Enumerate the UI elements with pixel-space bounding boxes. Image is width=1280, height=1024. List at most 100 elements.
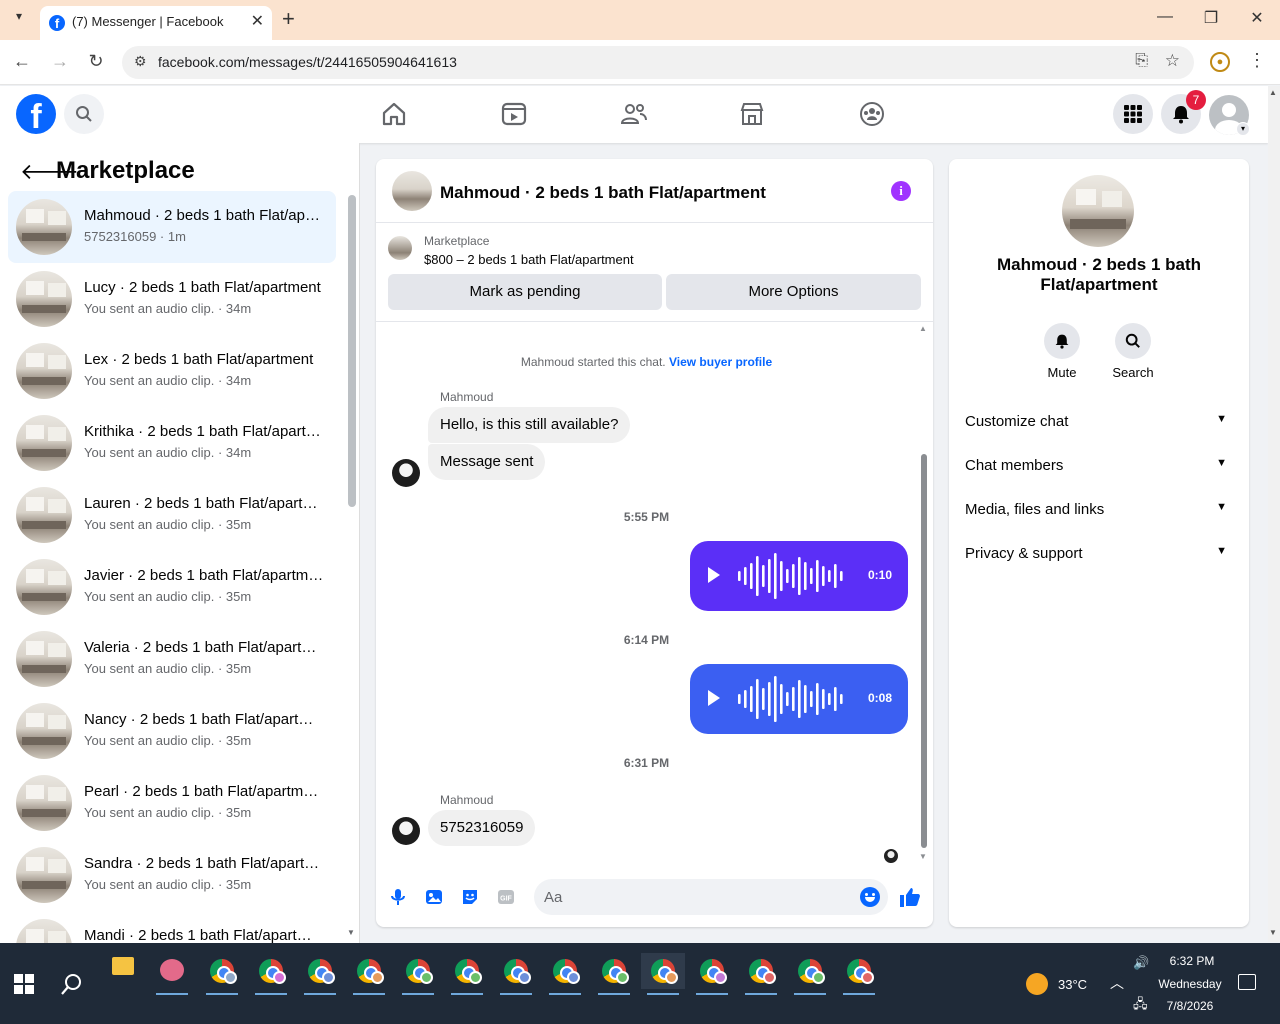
conversation-item[interactable]: Lucy · 2 beds 1 bath Flat/apartment You s… bbox=[8, 263, 336, 335]
sender-avatar[interactable] bbox=[392, 459, 420, 487]
temperature[interactable]: 33°C bbox=[1058, 977, 1087, 992]
site-settings-icon[interactable]: ⚙ bbox=[134, 53, 147, 70]
listing-thumbnail[interactable] bbox=[388, 236, 412, 260]
groups-icon[interactable] bbox=[858, 100, 886, 128]
photo-icon[interactable] bbox=[424, 887, 444, 907]
conversation-item[interactable]: Mahmoud · 2 beds 1 bath Flat/apartment 57… bbox=[8, 191, 336, 263]
chrome-profile-icon[interactable] bbox=[641, 953, 685, 995]
chevron-down-icon[interactable]: ▾ bbox=[1236, 122, 1250, 136]
scroll-down-arrow-icon[interactable]: ▼ bbox=[347, 928, 355, 937]
chrome-profile-icon[interactable] bbox=[249, 953, 293, 995]
audio-clip-message[interactable]: 0:08 bbox=[690, 664, 908, 734]
url-text[interactable]: facebook.com/messages/t/2441650590464161… bbox=[158, 54, 457, 70]
file-explorer-icon[interactable] bbox=[112, 957, 134, 975]
conversation-item[interactable]: Lex · 2 beds 1 bath Flat/apartment You se… bbox=[8, 335, 336, 407]
video-icon[interactable] bbox=[500, 100, 528, 128]
browser-menu-icon[interactable]: ⋮ bbox=[1248, 50, 1266, 71]
details-section-toggle[interactable]: Media, files and links ▼ bbox=[965, 489, 1233, 529]
weather-icon[interactable] bbox=[1026, 973, 1048, 995]
tab-search-chevron-icon[interactable]: ▾ bbox=[8, 9, 30, 31]
thumbs-up-icon[interactable] bbox=[898, 885, 922, 909]
clock-day[interactable]: Wednesday bbox=[1154, 977, 1226, 991]
info-icon[interactable]: i bbox=[891, 181, 911, 201]
system-tray-chevron-icon[interactable]: ︿ bbox=[1110, 973, 1124, 993]
chat-scrollbar[interactable] bbox=[921, 454, 927, 848]
close-tab-icon[interactable]: ✕ bbox=[251, 11, 264, 31]
scroll-up-arrow-icon[interactable]: ▲ bbox=[919, 324, 927, 333]
listing-price[interactable]: $800 – 2 beds 1 bath Flat/apartment bbox=[424, 252, 634, 267]
home-icon[interactable] bbox=[380, 100, 408, 128]
friends-icon[interactable] bbox=[620, 100, 648, 128]
listing-avatar[interactable] bbox=[392, 171, 432, 211]
chrome-profile-icon[interactable] bbox=[494, 953, 538, 995]
back-arrow-icon[interactable]: ← bbox=[10, 51, 34, 72]
more-options-button[interactable]: More Options bbox=[666, 274, 921, 310]
play-icon[interactable] bbox=[708, 690, 720, 706]
chrome-profile-icon[interactable] bbox=[788, 953, 832, 995]
taskbar-search-icon[interactable] bbox=[60, 972, 84, 996]
conversation-item[interactable]: Pearl · 2 beds 1 bath Flat/apartment You … bbox=[8, 767, 336, 839]
details-section-toggle[interactable]: Chat members ▼ bbox=[965, 445, 1233, 485]
scroll-down-arrow-icon[interactable]: ▼ bbox=[919, 852, 927, 861]
conversation-item[interactable]: Nancy · 2 beds 1 bath Flat/apartment You … bbox=[8, 695, 336, 767]
conversation-item[interactable]: Mandi · 2 beds 1 bath Flat/apartment bbox=[8, 911, 336, 943]
gif-icon[interactable]: GIF bbox=[496, 887, 516, 907]
chrome-profile-icon[interactable] bbox=[200, 953, 244, 995]
chat-title[interactable]: Mahmoud · 2 beds 1 bath Flat/apartment bbox=[440, 183, 766, 203]
chrome-profile-icon[interactable] bbox=[298, 953, 342, 995]
conversation-item[interactable]: Lauren · 2 beds 1 bath Flat/apartment You… bbox=[8, 479, 336, 551]
chrome-profile-icon[interactable] bbox=[396, 953, 440, 995]
snipping-tool-icon[interactable] bbox=[150, 953, 194, 995]
search-in-chat-button[interactable]: Search bbox=[1098, 323, 1168, 380]
menu-grid-icon[interactable] bbox=[1113, 94, 1153, 134]
play-icon[interactable] bbox=[708, 567, 720, 583]
conversation-item[interactable]: Sandra · 2 beds 1 bath Flat/apartment You… bbox=[8, 839, 336, 911]
close-window-icon[interactable]: ✕ bbox=[1242, 8, 1272, 28]
conversation-list-scrollbar[interactable] bbox=[348, 195, 356, 507]
listing-avatar[interactable] bbox=[1062, 175, 1134, 247]
page-scrollbar[interactable] bbox=[1268, 86, 1280, 942]
facebook-logo-icon[interactable]: f bbox=[16, 94, 56, 134]
marketplace-icon[interactable] bbox=[738, 100, 766, 128]
address-bar[interactable]: ⚙ facebook.com/messages/t/24416505904641… bbox=[122, 46, 1194, 79]
chrome-profile-icon[interactable] bbox=[543, 953, 587, 995]
conversation-item[interactable]: Valeria · 2 beds 1 bath Flat/apartment Yo… bbox=[8, 623, 336, 695]
volume-icon[interactable]: 🔊 bbox=[1133, 955, 1149, 971]
message-input[interactable] bbox=[534, 879, 888, 915]
emoji-icon[interactable] bbox=[860, 887, 880, 907]
chrome-profile-icon[interactable] bbox=[445, 953, 489, 995]
clock-time[interactable]: 6:32 PM bbox=[1160, 954, 1224, 968]
search-icon[interactable] bbox=[64, 94, 104, 134]
chrome-profile-icon[interactable] bbox=[347, 953, 391, 995]
browser-profile-icon[interactable]: ● bbox=[1210, 52, 1230, 72]
conversation-item[interactable]: Javier · 2 beds 1 bath Flat/apartment You… bbox=[8, 551, 336, 623]
clock-date[interactable]: 7/8/2026 bbox=[1154, 999, 1226, 1013]
restore-window-icon[interactable]: ❐ bbox=[1196, 8, 1226, 28]
notification-center-icon[interactable] bbox=[1238, 974, 1256, 990]
scroll-down-arrow-icon[interactable]: ▼ bbox=[1269, 928, 1277, 937]
mark-as-pending-button[interactable]: Mark as pending bbox=[388, 274, 662, 310]
chrome-profile-icon[interactable] bbox=[739, 953, 783, 995]
listing-name[interactable]: Mahmoud · 2 beds 1 bath Flat/apartment bbox=[979, 255, 1219, 295]
incoming-message[interactable]: Hello, is this still available? bbox=[428, 407, 631, 443]
network-icon[interactable]: 🖧 bbox=[1133, 995, 1148, 1017]
audio-clip-message[interactable]: 0:10 bbox=[690, 541, 908, 611]
conversation-item[interactable]: Krithika · 2 beds 1 bath Flat/apartment Y… bbox=[8, 407, 336, 479]
scroll-up-arrow-icon[interactable]: ▲ bbox=[1269, 88, 1277, 97]
browser-tab-messenger[interactable]: f (7) Messenger | Facebook ✕ bbox=[40, 6, 272, 40]
forward-arrow-icon[interactable]: → bbox=[48, 51, 72, 72]
mute-button[interactable]: Mute bbox=[1027, 323, 1097, 380]
chrome-profile-icon[interactable] bbox=[690, 953, 734, 995]
new-tab-button[interactable]: + bbox=[282, 6, 295, 32]
windows-start-icon[interactable] bbox=[14, 974, 34, 994]
chrome-profile-icon[interactable] bbox=[837, 953, 881, 995]
incoming-message[interactable]: 5752316059 bbox=[428, 810, 536, 846]
bookmark-star-icon[interactable]: ☆ bbox=[1165, 51, 1180, 71]
incoming-message[interactable]: Message sent bbox=[428, 444, 546, 480]
reload-icon[interactable]: ↻ bbox=[84, 51, 108, 72]
details-section-toggle[interactable]: Privacy & support ▼ bbox=[965, 533, 1233, 573]
sender-avatar[interactable] bbox=[392, 817, 420, 845]
sticker-icon[interactable] bbox=[460, 887, 480, 907]
microphone-icon[interactable] bbox=[388, 887, 408, 907]
view-buyer-profile-link[interactable]: View buyer profile bbox=[669, 355, 772, 369]
